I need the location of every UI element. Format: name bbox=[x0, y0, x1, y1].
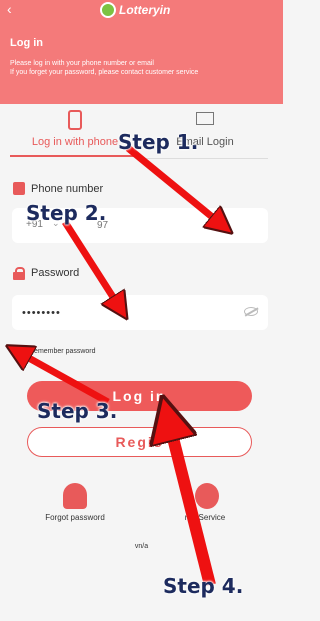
step4-label: Step 4. bbox=[163, 574, 244, 598]
header-banner: ‹ Lotteryin Log in Please log in with yo… bbox=[0, 0, 283, 104]
logo-text: Lotteryin bbox=[119, 3, 171, 17]
checkmark-icon[interactable]: ✓ bbox=[11, 345, 23, 357]
customer-service-icon bbox=[195, 483, 219, 509]
remember-label: Remember password bbox=[29, 347, 96, 355]
chevron-left-icon[interactable]: ‹ bbox=[7, 2, 12, 16]
register-button[interactable]: Regis bbox=[27, 427, 252, 457]
forgot-password-label: Forgot password bbox=[45, 513, 105, 522]
customer-service-label: ner Service bbox=[184, 513, 226, 522]
step2-label: Step 2. bbox=[26, 201, 107, 225]
phone-label: Phone number bbox=[31, 182, 104, 195]
password-section-label: Password bbox=[13, 267, 80, 280]
step1-label: Step 1. bbox=[118, 130, 199, 154]
version-text: vn/a bbox=[134, 543, 149, 550]
tab-divider bbox=[140, 158, 268, 159]
mail-icon bbox=[196, 112, 214, 125]
phone-input[interactable] bbox=[97, 217, 257, 234]
logo-mark-icon bbox=[100, 2, 116, 18]
remember-password-toggle[interactable]: ✓ Remember password bbox=[11, 345, 96, 357]
phone-section-label: Phone number bbox=[13, 182, 103, 195]
brand-logo: Lotteryin bbox=[100, 0, 170, 20]
lock-pin-icon bbox=[63, 483, 87, 509]
password-label: Password bbox=[31, 267, 80, 279]
eye-hidden-icon[interactable] bbox=[244, 307, 258, 316]
password-input[interactable] bbox=[22, 304, 222, 321]
page-subtitle-1: Please log in with your phone number or … bbox=[10, 60, 154, 67]
step3-label: Step 3. bbox=[37, 399, 118, 423]
phone-field-icon bbox=[13, 182, 25, 195]
phone-icon bbox=[68, 110, 82, 130]
active-tab-indicator bbox=[10, 155, 140, 157]
lock-icon bbox=[13, 267, 25, 280]
password-field[interactable] bbox=[12, 295, 268, 330]
page-title: Log in bbox=[10, 37, 43, 49]
page-subtitle-2: If you forget your password, please cont… bbox=[10, 69, 199, 76]
